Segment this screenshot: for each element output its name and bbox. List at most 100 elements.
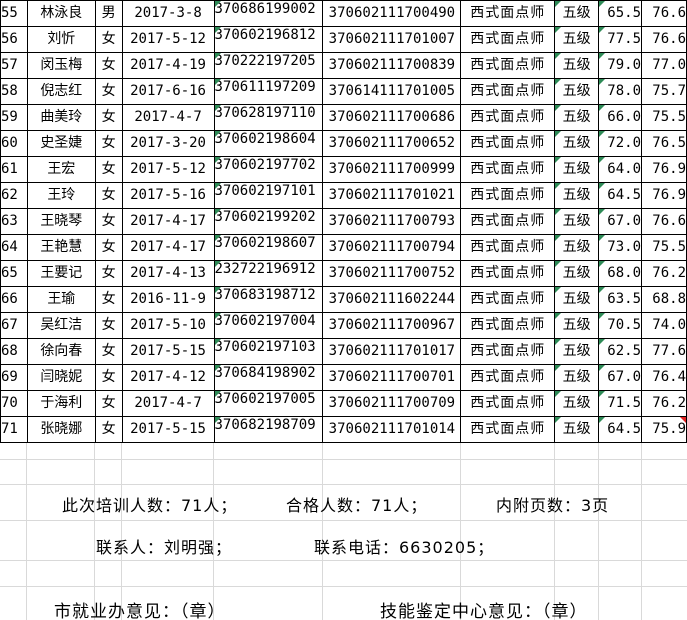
occupation-cell[interactable]: 西式面点师 (460, 78, 556, 105)
row-number[interactable]: 61 (0, 156, 28, 183)
practical-score-cell[interactable]: 76.6 (641, 0, 687, 27)
practical-score-cell[interactable]: 68.8 (641, 286, 687, 313)
name-cell[interactable]: 王要记 (26, 260, 96, 287)
id-number-cell[interactable]: 232722196912 (213, 260, 324, 287)
certificate-number-cell[interactable]: 370602111700652 (322, 130, 462, 157)
date-cell[interactable]: 2017-5-15 (121, 416, 215, 443)
practical-score-cell[interactable]: 76.9 (641, 156, 687, 183)
sex-cell[interactable]: 女 (94, 130, 123, 157)
id-number-cell[interactable]: 370686199002 (213, 0, 324, 27)
theory-score-cell[interactable]: 79.0 (598, 52, 642, 79)
sex-cell[interactable]: 女 (94, 52, 123, 79)
occupation-cell[interactable]: 西式面点师 (460, 0, 556, 27)
date-cell[interactable]: 2017-5-10 (121, 312, 215, 339)
id-number-cell[interactable]: 370682198709 (213, 416, 324, 443)
practical-score-cell[interactable]: 77.6 (641, 338, 687, 365)
certificate-number-cell[interactable]: 370602111602244 (322, 286, 462, 313)
theory-score-cell[interactable]: 63.5 (598, 286, 642, 313)
sex-cell[interactable]: 女 (94, 286, 123, 313)
occupation-cell[interactable]: 西式面点师 (460, 52, 556, 79)
sex-cell[interactable]: 女 (94, 104, 123, 131)
date-cell[interactable]: 2017-4-17 (121, 234, 215, 261)
practical-score-cell[interactable]: 76.6 (641, 208, 687, 235)
id-number-cell[interactable]: 370683198712 (213, 286, 324, 313)
sex-cell[interactable]: 女 (94, 182, 123, 209)
practical-score-cell[interactable]: 76.2 (641, 390, 687, 417)
id-number-cell[interactable]: 370602197005 (213, 390, 324, 417)
certificate-number-cell[interactable]: 370602111700793 (322, 208, 462, 235)
sex-cell[interactable]: 女 (94, 78, 123, 105)
name-cell[interactable]: 倪志红 (26, 78, 96, 105)
sex-cell[interactable]: 女 (94, 416, 123, 443)
row-number[interactable]: 64 (0, 234, 28, 261)
row-number[interactable]: 69 (0, 364, 28, 391)
certificate-number-cell[interactable]: 370614111701005 (322, 78, 462, 105)
name-cell[interactable]: 徐向春 (26, 338, 96, 365)
date-cell[interactable]: 2017-4-7 (121, 390, 215, 417)
occupation-cell[interactable]: 西式面点师 (460, 156, 556, 183)
practical-score-cell[interactable]: 77.0 (641, 52, 687, 79)
occupation-cell[interactable]: 西式面点师 (460, 338, 556, 365)
practical-score-cell[interactable]: 74.0 (641, 312, 687, 339)
level-cell[interactable]: 五级 (554, 26, 600, 53)
level-cell[interactable]: 五级 (554, 130, 600, 157)
name-cell[interactable]: 闫晓妮 (26, 364, 96, 391)
sex-cell[interactable]: 女 (94, 26, 123, 53)
theory-score-cell[interactable]: 64.5 (598, 416, 642, 443)
row-number[interactable]: 56 (0, 26, 28, 53)
sex-cell[interactable]: 女 (94, 208, 123, 235)
level-cell[interactable]: 五级 (554, 78, 600, 105)
occupation-cell[interactable]: 西式面点师 (460, 364, 556, 391)
occupation-cell[interactable]: 西式面点师 (460, 26, 556, 53)
date-cell[interactable]: 2017-4-17 (121, 208, 215, 235)
certificate-number-cell[interactable]: 370602111701007 (322, 26, 462, 53)
id-number-cell[interactable]: 370611197209 (213, 78, 324, 105)
level-cell[interactable]: 五级 (554, 338, 600, 365)
theory-score-cell[interactable]: 68.0 (598, 260, 642, 287)
occupation-cell[interactable]: 西式面点师 (460, 130, 556, 157)
name-cell[interactable]: 吴红洁 (26, 312, 96, 339)
sex-cell[interactable]: 女 (94, 390, 123, 417)
practical-score-cell[interactable]: 76.5 (641, 130, 687, 157)
practical-score-cell[interactable]: 75.5 (641, 104, 687, 131)
level-cell[interactable]: 五级 (554, 416, 600, 443)
occupation-cell[interactable]: 西式面点师 (460, 104, 556, 131)
spreadsheet-view[interactable]: 55 林泳良 男 2017-3-8 370686199002 37060211170049… (0, 0, 687, 620)
row-number[interactable]: 67 (0, 312, 28, 339)
name-cell[interactable]: 王宏 (26, 156, 96, 183)
practical-score-cell[interactable]: 76.6 (641, 26, 687, 53)
id-number-cell[interactable]: 370628197110 (213, 104, 324, 131)
sex-cell[interactable]: 女 (94, 312, 123, 339)
name-cell[interactable]: 闵玉梅 (26, 52, 96, 79)
sex-cell[interactable]: 女 (94, 156, 123, 183)
level-cell[interactable]: 五级 (554, 312, 600, 339)
level-cell[interactable]: 五级 (554, 52, 600, 79)
id-number-cell[interactable]: 370602197702 (213, 156, 324, 183)
practical-score-cell[interactable]: 75.7 (641, 78, 687, 105)
id-number-cell[interactable]: 370602198604 (213, 130, 324, 157)
name-cell[interactable]: 刘忻 (26, 26, 96, 53)
certificate-number-cell[interactable]: 370602111700839 (322, 52, 462, 79)
row-number[interactable]: 65 (0, 260, 28, 287)
date-cell[interactable]: 2017-6-16 (121, 78, 215, 105)
date-cell[interactable]: 2017-4-19 (121, 52, 215, 79)
date-cell[interactable]: 2016-11-9 (121, 286, 215, 313)
row-number[interactable]: 71 (0, 416, 28, 443)
date-cell[interactable]: 2017-5-12 (121, 156, 215, 183)
practical-score-cell[interactable]: 76.2 (641, 260, 687, 287)
occupation-cell[interactable]: 西式面点师 (460, 182, 556, 209)
theory-score-cell[interactable]: 73.0 (598, 234, 642, 261)
practical-score-cell[interactable]: 75.9 (641, 416, 687, 443)
id-number-cell[interactable]: 370602197004 (213, 312, 324, 339)
occupation-cell[interactable]: 西式面点师 (460, 260, 556, 287)
occupation-cell[interactable]: 西式面点师 (460, 286, 556, 313)
id-number-cell[interactable]: 370684198902 (213, 364, 324, 391)
name-cell[interactable]: 王玲 (26, 182, 96, 209)
row-number[interactable]: 59 (0, 104, 28, 131)
theory-score-cell[interactable]: 64.5 (598, 182, 642, 209)
row-number[interactable]: 62 (0, 182, 28, 209)
certificate-number-cell[interactable]: 370602111700701 (322, 364, 462, 391)
sex-cell[interactable]: 女 (94, 364, 123, 391)
row-number[interactable]: 66 (0, 286, 28, 313)
practical-score-cell[interactable]: 75.5 (641, 234, 687, 261)
